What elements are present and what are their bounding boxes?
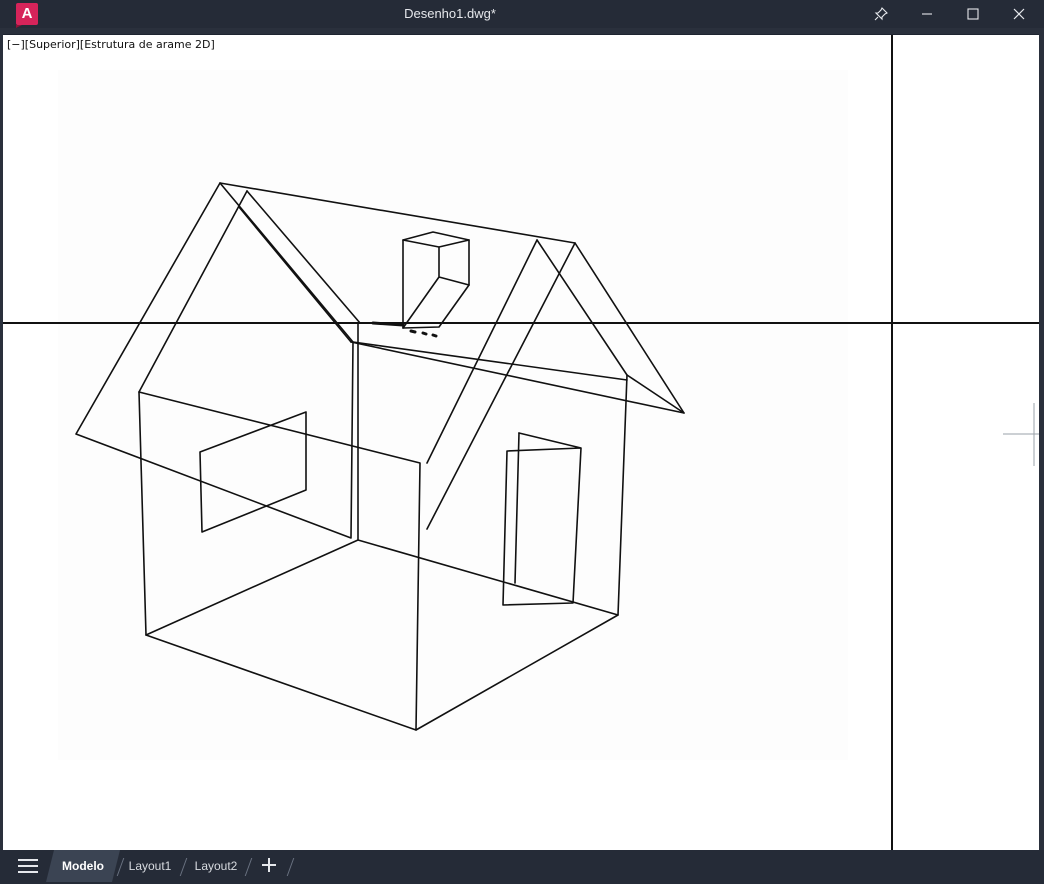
close-button[interactable] — [996, 0, 1042, 28]
pin-button[interactable] — [858, 0, 904, 28]
tab-layout2[interactable]: Layout2 — [188, 850, 244, 882]
wireframe-house-drawing — [3, 35, 1039, 850]
tab-layout1[interactable]: Layout1 — [122, 850, 178, 882]
tab-modelo[interactable]: Modelo — [46, 850, 120, 882]
pin-icon — [874, 7, 888, 21]
tab-separator — [286, 858, 295, 876]
minimize-button[interactable] — [904, 0, 950, 28]
hamburger-menu-icon[interactable] — [18, 859, 38, 875]
drawing-canvas[interactable]: [−][Superior][Estrutura de arame 2D] — [3, 35, 1039, 850]
document-title: Desenho1.dwg* — [404, 6, 496, 21]
window-border-right — [1039, 28, 1044, 851]
minimize-icon — [922, 13, 932, 15]
maximize-button[interactable] — [950, 0, 996, 28]
layout-tab-bar: Modelo Layout1 Layout2 — [0, 850, 1044, 884]
maximize-icon — [967, 8, 979, 20]
tab-separator — [244, 858, 253, 876]
pickbox-indicator — [1003, 403, 1039, 466]
title-bar: A Desenho1.dwg* — [0, 0, 1044, 28]
close-icon — [1013, 8, 1025, 20]
window-title: Desenho1.dwg* — [0, 6, 900, 21]
viewport-controls-label[interactable]: [−][Superior][Estrutura de arame 2D] — [7, 38, 215, 51]
add-layout-icon[interactable] — [260, 856, 278, 874]
canvas-frame — [0, 28, 1044, 34]
drawing-area — [58, 70, 848, 760]
tab-separator — [179, 858, 188, 876]
